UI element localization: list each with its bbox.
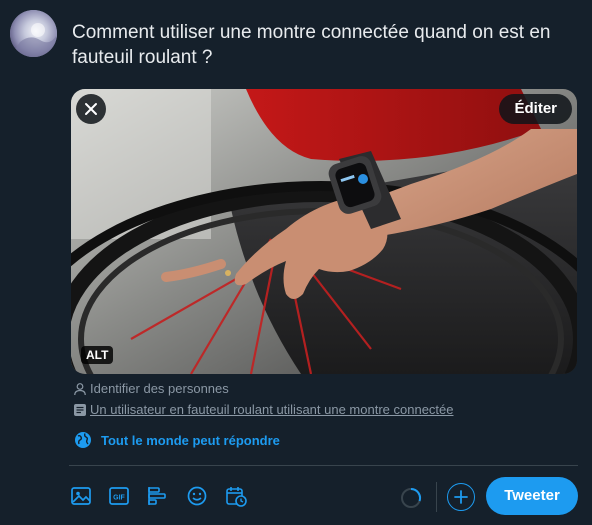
- tag-people-label[interactable]: Identifier des personnes: [90, 381, 229, 396]
- toolbar-separator: [436, 482, 437, 512]
- wheelchair-smartwatch-photo: [71, 89, 577, 374]
- reply-settings-button[interactable]: Tout le monde peut répondre: [74, 431, 280, 449]
- avatar[interactable]: [10, 10, 57, 57]
- tweet-text-input[interactable]: Comment utiliser une montre connectée qu…: [72, 20, 577, 70]
- alt-badge[interactable]: ALT: [81, 346, 114, 364]
- plus-icon: [454, 490, 468, 504]
- media-attachment: Éditer ALT: [71, 89, 577, 374]
- poll-icon[interactable]: [147, 485, 169, 507]
- description-icon: [74, 403, 86, 416]
- divider: [69, 465, 578, 466]
- gif-icon[interactable]: GIF: [108, 485, 130, 507]
- emoji-icon[interactable]: [186, 485, 208, 507]
- person-icon: [74, 382, 86, 395]
- add-tweet-button[interactable]: [447, 483, 475, 511]
- schedule-icon[interactable]: [225, 485, 247, 507]
- remove-media-button[interactable]: [76, 94, 106, 124]
- globe-icon: [75, 432, 91, 448]
- image-description-row[interactable]: Un utilisateur en fauteuil roulant utili…: [73, 402, 454, 417]
- gif-text: GIF: [113, 495, 125, 502]
- reply-settings-label: Tout le monde peut répondre: [101, 432, 280, 448]
- tweet-button[interactable]: Tweeter: [486, 477, 578, 515]
- avatar-image: [10, 10, 57, 57]
- tag-people-row[interactable]: Identifier des personnes: [73, 381, 229, 396]
- image-icon[interactable]: [70, 485, 92, 507]
- close-icon: [85, 103, 97, 115]
- image-description-link[interactable]: Un utilisateur en fauteuil roulant utili…: [90, 402, 454, 417]
- character-count-ring: [401, 487, 421, 508]
- edit-media-button[interactable]: Éditer: [499, 94, 572, 124]
- tweet-composer: Comment utiliser une montre connectée qu…: [0, 0, 592, 525]
